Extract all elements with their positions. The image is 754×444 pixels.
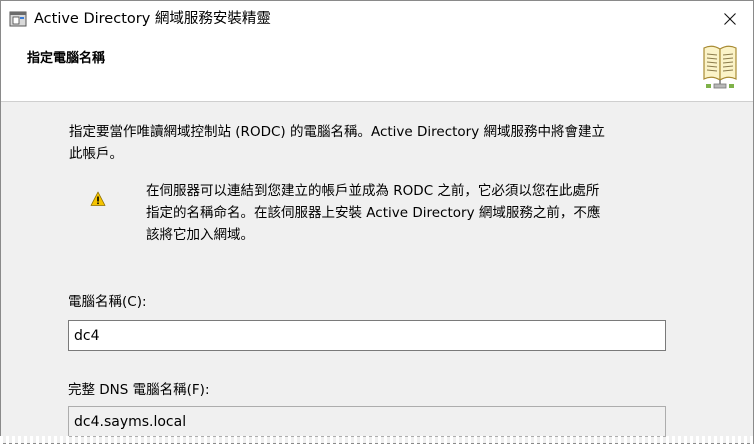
warning-icon: [90, 191, 106, 207]
description-text: 指定要當作唯讀網域控制站 (RODC) 的電腦名稱。Active Directo…: [69, 124, 606, 162]
wizard-window: Active Directory 網域服務安裝精靈 指定電腦名稱 指定要當作唯讀…: [0, 0, 754, 444]
wizard-header: 指定電腦名稱: [1, 37, 753, 102]
torn-edge: [0, 436, 754, 444]
page-title: 指定電腦名稱: [27, 51, 106, 66]
wizard-content: 指定要當作唯讀網域控制站 (RODC) 的電腦名稱。Active Directo…: [1, 102, 753, 443]
close-icon: [724, 10, 736, 29]
server-manager-icon: [9, 10, 27, 28]
warning-message: 在伺服器可以連結到您建立的帳戶並成為 RODC 之前，它必須以您在此處所 指定的…: [146, 183, 601, 243]
dns-name-label: 完整 DNS 電腦名稱(F):: [68, 382, 210, 398]
window-title: Active Directory 網域服務安裝精靈: [34, 11, 271, 27]
close-button[interactable]: [707, 1, 753, 37]
book-icon: [698, 40, 742, 90]
dns-name-field[interactable]: [68, 406, 666, 437]
title-bar[interactable]: Active Directory 網域服務安裝精靈: [1, 1, 753, 37]
computer-name-label: 電腦名稱(C):: [68, 294, 147, 310]
computer-name-field[interactable]: [68, 320, 666, 351]
